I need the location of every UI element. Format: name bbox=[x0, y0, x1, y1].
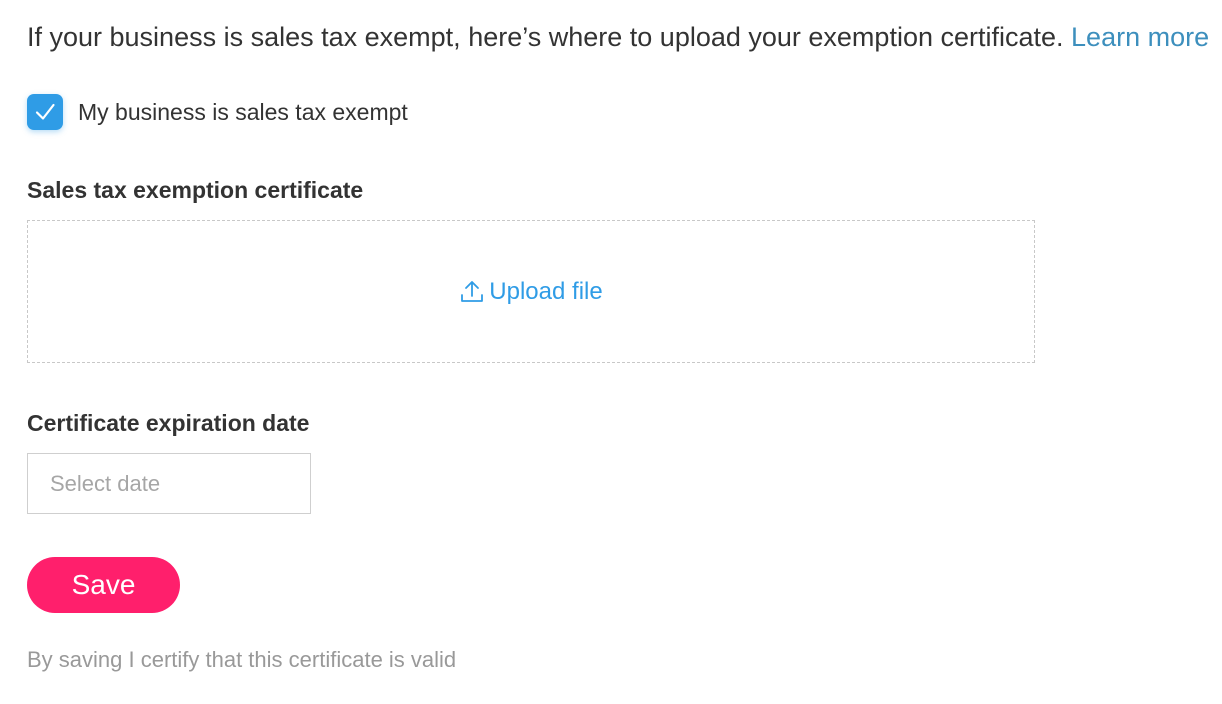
intro-text: If your business is sales tax exempt, he… bbox=[27, 18, 1209, 56]
exempt-checkbox[interactable] bbox=[27, 94, 63, 130]
learn-more-link[interactable]: Learn more bbox=[1071, 22, 1209, 52]
exempt-checkbox-row[interactable]: My business is sales tax exempt bbox=[27, 94, 408, 130]
upload-icon bbox=[461, 280, 484, 302]
certify-note: By saving I certify that this certificat… bbox=[27, 647, 457, 672]
expiration-label: Certificate expiration date bbox=[27, 410, 310, 436]
upload-file-button[interactable]: Upload file bbox=[459, 278, 603, 306]
expiration-date-input[interactable] bbox=[27, 453, 311, 514]
upload-dropzone[interactable]: Upload file bbox=[27, 220, 1035, 363]
certificate-label: Sales tax exemption certificate bbox=[27, 177, 364, 203]
intro-message: If your business is sales tax exempt, he… bbox=[27, 22, 1072, 52]
save-button[interactable]: Save bbox=[27, 557, 180, 613]
checkmark-icon bbox=[35, 103, 55, 120]
upload-file-label[interactable]: Upload file bbox=[489, 278, 602, 306]
tax-exemption-form: If your business is sales tax exempt, he… bbox=[0, 0, 1222, 704]
exempt-checkbox-label[interactable]: My business is sales tax exempt bbox=[78, 99, 408, 126]
